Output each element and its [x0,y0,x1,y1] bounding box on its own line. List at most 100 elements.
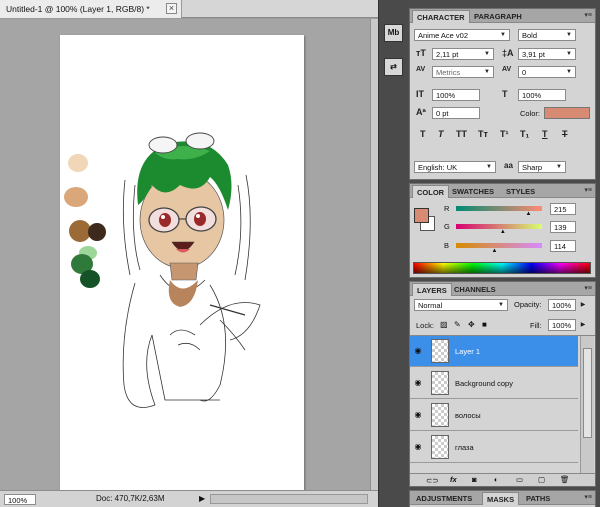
underline-button[interactable]: T [542,129,548,139]
panel-menu-icon[interactable]: ▾≡ [584,493,592,501]
chevron-down-icon: ▼ [486,164,492,170]
adjustments-tabs: ADJUSTMENTS MASKS PATHS ▾≡ [410,491,595,505]
status-bar: 100% Doc: 470,7K/2,63M ▶ [0,490,378,507]
chevron-down-icon: ▼ [498,302,504,308]
tab-color[interactable]: COLOR [412,185,450,198]
layer-thumbnail [431,371,449,395]
artwork [64,132,261,408]
lock-image-icon[interactable]: ✎ [454,320,461,329]
zoom-field[interactable]: 100% [4,494,36,505]
history-icon[interactable]: ⇄ [384,58,403,76]
new-layer-icon[interactable]: ▢ [538,475,545,484]
document-tab[interactable]: Untitled-1 @ 100% (Layer 1, RGB/8) * × [0,0,182,18]
chevron-down-icon: ▼ [566,69,572,75]
kerning-field[interactable]: Metrics ▼ [432,66,494,78]
layer-row[interactable]: ◉ глаза [410,432,578,463]
tab-masks[interactable]: MASKS [482,492,520,505]
link-icon[interactable]: ⊂⊃ [426,476,439,485]
layer-name: Background copy [455,379,513,388]
antialias-icon-glyph: a [508,161,513,170]
layer-row[interactable]: ◉ Background copy [410,368,578,399]
scroll-thumb[interactable] [583,348,592,438]
tab-paragraph[interactable]: PARAGRAPH [470,10,526,23]
language-select[interactable]: English: UK ▼ [414,161,496,173]
r-slider-thumb[interactable]: ▲ [526,211,532,217]
vertical-scale-icon: IT [416,89,424,99]
visibility-eye-icon[interactable]: ◉ [412,378,424,388]
tab-paths[interactable]: PATHS [522,492,554,505]
fill-arrow-icon[interactable]: ▶ [578,320,588,330]
b-field[interactable]: 114 [550,240,576,252]
faux-italic-button[interactable]: T [438,129,444,139]
fx-icon[interactable]: fx [450,475,457,484]
strikethrough-button[interactable]: T [562,129,568,139]
visibility-eye-icon[interactable]: ◉ [412,410,424,420]
palette-swatch [69,220,91,242]
b-slider-thumb[interactable]: ▲ [491,248,497,254]
opacity-arrow-icon[interactable]: ▶ [578,300,588,310]
vertical-scale-field[interactable]: 100% [432,89,480,101]
tab-layers[interactable]: LAYERS [412,283,452,296]
horizontal-scale-field[interactable]: 100% [518,89,566,101]
status-menu-arrow-icon[interactable]: ▶ [199,494,207,504]
vertical-scrollbar[interactable] [370,19,378,490]
trash-icon[interactable]: 🗑 [560,475,570,484]
fill-field[interactable]: 100% [548,319,576,331]
font-style-select[interactable]: Bold ▼ [518,29,576,41]
font-family-select[interactable]: Anime Ace v02 ▼ [414,29,510,41]
canvas-area[interactable] [0,19,370,492]
layers-footer: ⊂⊃ fx ◙ ◐ ▭ ▢ 🗑 [410,473,595,486]
g-label: G [444,222,450,231]
font-size-field[interactable]: 2,11 pt ▼ [432,48,494,60]
tab-styles[interactable]: STYLES [502,185,539,198]
chevron-down-icon: ▼ [556,164,562,170]
b-slider[interactable] [456,243,542,248]
mini-bridge-icon[interactable]: Mb [384,24,403,42]
b-label: B [444,241,450,250]
text-color-swatch[interactable] [544,107,590,119]
adjustment-icon[interactable]: ◐ [494,475,499,484]
visibility-eye-icon[interactable]: ◉ [412,346,424,356]
baseline-shift-field[interactable]: 0 pt [432,107,480,119]
adjustments-panel: ADJUSTMENTS MASKS PATHS ▾≡ [409,490,596,507]
folder-icon[interactable]: ▭ [516,475,523,484]
layers-panel: LAYERS CHANNELS ▾≡ Normal ▼ Opacity: 100… [409,281,596,487]
layer-row[interactable]: ◉ волосы [410,400,578,431]
tracking-value: 0 [522,68,527,77]
leading-field[interactable]: 3,91 pt ▼ [518,48,576,60]
layer-list-scrollbar[interactable] [580,336,594,473]
r-field[interactable]: 215 [550,203,576,215]
small-caps-button[interactable]: Tт [478,129,488,139]
horizontal-scrollbar[interactable] [210,494,368,504]
lock-all-icon[interactable]: ■ [482,320,487,329]
g-field[interactable]: 139 [550,221,576,233]
tab-adjustments[interactable]: ADJUSTMENTS [412,492,476,505]
foreground-color-swatch[interactable] [414,208,429,223]
tracking-field[interactable]: 0 ▼ [518,66,576,78]
g-slider-thumb[interactable]: ▲ [500,229,506,235]
panel-menu-icon[interactable]: ▾≡ [584,11,592,19]
panel-menu-icon[interactable]: ▾≡ [584,284,592,292]
tab-character[interactable]: CHARACTER [412,10,470,23]
faux-bold-button[interactable]: T [420,129,426,139]
document-canvas[interactable] [60,35,304,492]
subscript-button[interactable]: T₁ [520,129,529,139]
lock-transparency-icon[interactable]: ▨ [440,320,448,329]
superscript-button[interactable]: T¹ [500,129,509,139]
antialias-select[interactable]: Sharp ▼ [518,161,566,173]
opacity-field[interactable]: 100% [548,299,576,311]
tab-swatches[interactable]: SWATCHES [448,185,498,198]
visibility-eye-icon[interactable]: ◉ [412,442,424,452]
lock-position-icon[interactable]: ✥ [468,320,475,329]
palette-swatch [68,154,88,172]
mask-icon[interactable]: ◙ [472,475,477,484]
close-icon[interactable]: × [166,3,177,14]
all-caps-button[interactable]: TT [456,129,467,139]
panel-menu-icon[interactable]: ▾≡ [584,186,592,194]
color-spectrum-bar[interactable] [413,262,591,274]
tracking-icon: AV [502,66,512,73]
layer-row[interactable]: ◉ Layer 1 [410,336,578,367]
tab-channels[interactable]: CHANNELS [450,283,500,296]
blend-mode-select[interactable]: Normal ▼ [414,299,508,311]
baseline-shift-value: 0 pt [436,109,449,118]
